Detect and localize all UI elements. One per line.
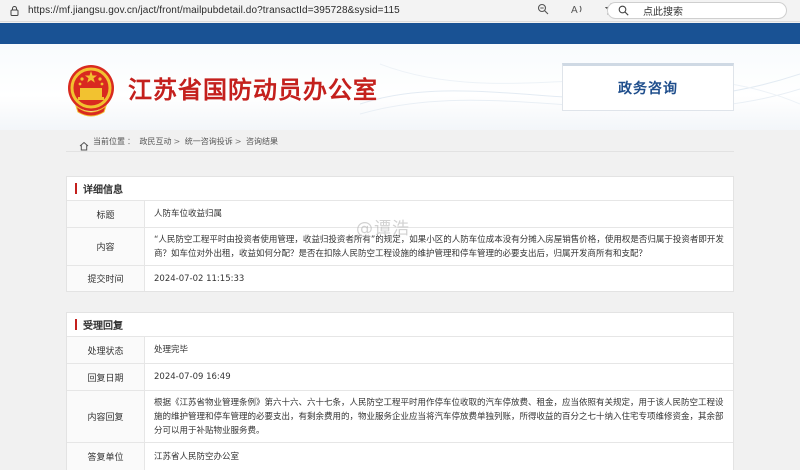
top-nav-bar xyxy=(0,23,800,44)
home-icon xyxy=(79,136,89,151)
breadcrumb-link-interaction[interactable]: 政民互动 xyxy=(140,137,172,146)
section-marker xyxy=(75,319,77,330)
breadcrumb-link-consultation[interactable]: 统一咨询投诉 xyxy=(185,137,233,146)
reply-panel: 受理回复 处理状态 处理完毕 回复日期 2024-07-09 16:49 内容回… xyxy=(66,312,734,470)
zoom-icon[interactable] xyxy=(536,3,550,17)
reply-row-date: 回复日期 2024-07-09 16:49 xyxy=(67,364,733,391)
browser-toolbar: https://mf.jiangsu.gov.cn/jact/front/mai… xyxy=(0,0,800,22)
breadcrumb-current-label: 当前位置 xyxy=(93,136,125,146)
read-aloud-icon[interactable]: A xyxy=(570,3,584,17)
tab-government-consultation[interactable]: 政务咨询 xyxy=(562,63,734,111)
breadcrumb-link-result[interactable]: 咨询结果 xyxy=(246,137,278,146)
watermark: @谭浩 xyxy=(356,219,410,239)
row-value: 处理完毕 xyxy=(154,345,189,355)
breadcrumb: 当前位置： 政民互动 > 统一咨询投诉 > 咨询结果 xyxy=(66,131,734,152)
address-bar[interactable]: https://mf.jiangsu.gov.cn/jact/front/mai… xyxy=(28,5,400,16)
reply-row-status: 处理状态 处理完毕 xyxy=(67,337,733,364)
search-placeholder: 点此搜索 xyxy=(643,7,683,18)
row-value: 2024-07-09 16:49 xyxy=(154,372,231,382)
detail-row-submit-time: 提交时间 2024-07-02 11:15:33 xyxy=(67,266,733,291)
site-title: 江苏省国防动员办公室 xyxy=(128,76,378,104)
browser-search-box[interactable]: 点此搜索 xyxy=(607,2,787,19)
row-value: “人民防空工程平时由投资者使用管理，收益归投资者所有”的规定，如果小区的人防车位… xyxy=(154,234,724,259)
row-label: 内容 xyxy=(67,228,145,265)
reply-row-content: 内容回复 根据《江苏省物业管理条例》第六十六、六十七条，人民防空工程平时用作停车… xyxy=(67,391,733,443)
row-label: 回复日期 xyxy=(67,364,145,390)
row-value: 人防车位收益归属 xyxy=(154,209,223,219)
lock-icon[interactable] xyxy=(9,5,20,16)
row-label: 内容回复 xyxy=(67,391,145,442)
row-value: 2024-07-02 11:15:33 xyxy=(154,273,245,284)
row-label: 提交时间 xyxy=(67,266,145,291)
reply-panel-title: 受理回复 xyxy=(83,321,123,332)
national-emblem-icon xyxy=(68,65,114,117)
detail-panel-title: 详细信息 xyxy=(83,185,123,196)
row-label: 标题 xyxy=(67,201,145,227)
row-label: 处理状态 xyxy=(67,337,145,363)
reply-row-unit: 答复单位 江苏省人民防空办公室 xyxy=(67,443,733,470)
row-value: 根据《江苏省物业管理条例》第六十六、六十七条，人民防空工程平时用作停车位收取的汽… xyxy=(154,397,724,436)
detail-panel-header: 详细信息 xyxy=(67,177,733,201)
row-label: 答复单位 xyxy=(67,443,145,470)
tab-label: 政务咨询 xyxy=(618,81,678,97)
section-marker xyxy=(75,183,77,194)
reply-panel-header: 受理回复 xyxy=(67,313,733,337)
svg-text:A: A xyxy=(571,5,578,15)
search-icon xyxy=(618,1,629,20)
row-value: 江苏省人民防空办公室 xyxy=(154,451,240,462)
